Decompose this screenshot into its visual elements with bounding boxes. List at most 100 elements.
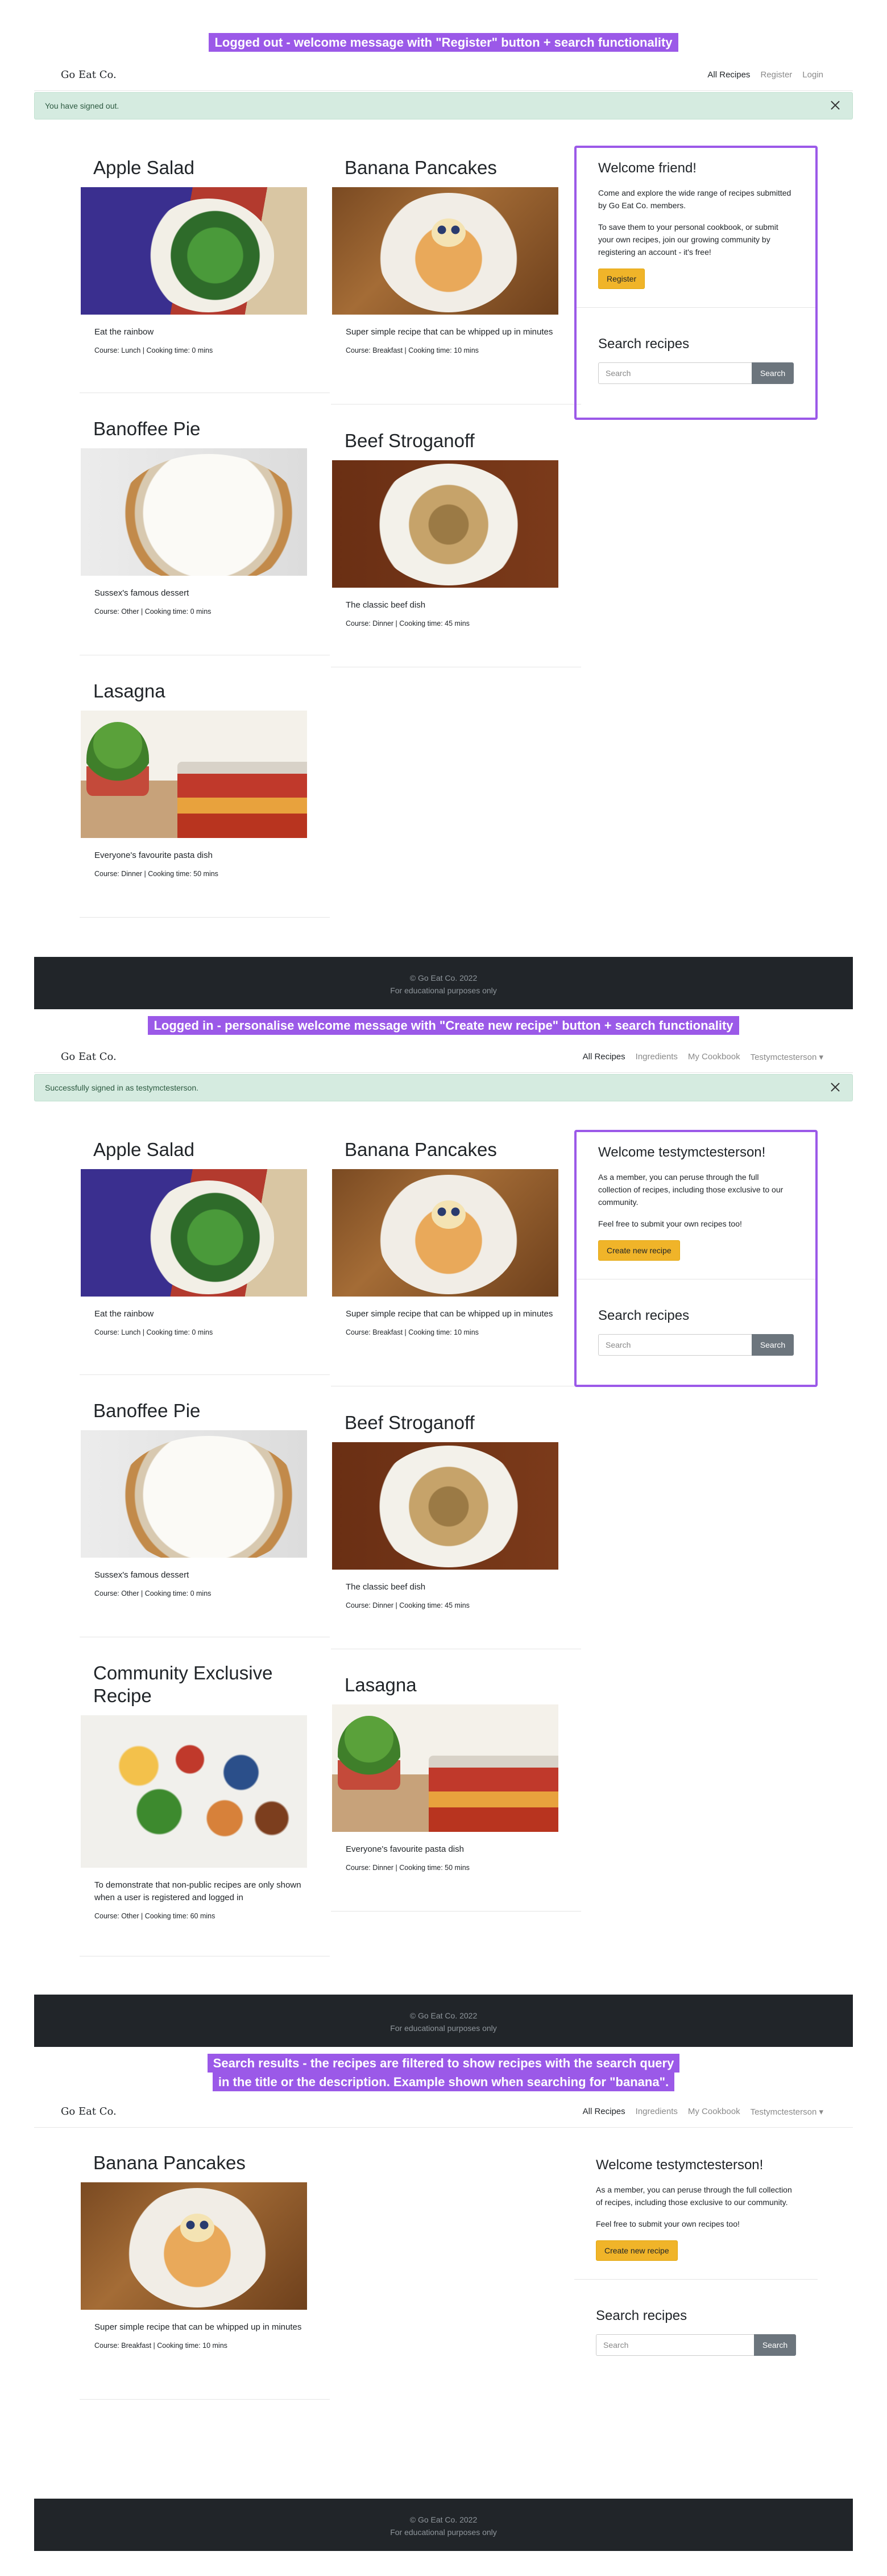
recipe-meta: Course: Dinner | Cooking time: 45 mins bbox=[346, 620, 470, 628]
recipe-title[interactable]: Beef Stroganoff bbox=[331, 430, 581, 452]
recipe-title[interactable]: Community Exclusive Recipe bbox=[80, 1662, 330, 1707]
recipe-card[interactable]: Banana Pancakes Super simple recipe that… bbox=[331, 156, 581, 404]
recipe-title[interactable]: Lasagna bbox=[331, 1674, 581, 1696]
search-form: Search Search bbox=[598, 1334, 794, 1356]
nav-user-dropdown[interactable]: Testymctesterson ▾ bbox=[751, 1052, 823, 1062]
recipe-meta: Course: Dinner | Cooking time: 50 mins bbox=[94, 870, 218, 878]
welcome-text: To save them to your personal cookbook, … bbox=[598, 222, 778, 257]
recipe-card[interactable]: Beef Stroganoff The classic beef dish Co… bbox=[331, 430, 581, 667]
recipe-meta: Course: Other | Cooking time: 0 mins bbox=[94, 1590, 212, 1597]
nav-links: All Recipes Register Login bbox=[707, 70, 823, 80]
search-input[interactable]: Search bbox=[598, 1334, 752, 1356]
footer-note: For educational purposes only bbox=[390, 986, 497, 995]
recipe-card[interactable]: Banoffee Pie Sussex's famous dessert Cou… bbox=[80, 418, 330, 655]
recipe-meta: Course: Breakfast | Cooking time: 10 min… bbox=[346, 346, 479, 354]
footer-note: For educational purposes only bbox=[390, 2024, 497, 2033]
brand-logo[interactable]: Go Eat Co. bbox=[61, 69, 117, 81]
welcome-text: Feel free to submit your own recipes too… bbox=[596, 2219, 740, 2228]
search-button[interactable]: Search bbox=[752, 362, 794, 384]
footer-copyright: © Go Eat Co. 2022 bbox=[409, 2515, 478, 2524]
recipe-title[interactable]: Apple Salad bbox=[80, 1138, 330, 1161]
nav-register[interactable]: Register bbox=[760, 70, 792, 80]
welcome-text: As a member, you can peruse through the … bbox=[598, 1173, 784, 1207]
recipe-description: Super simple recipe that can be whipped … bbox=[94, 2322, 302, 2332]
signed-in-alert: Successfully signed in as testymctesters… bbox=[34, 1074, 853, 1101]
recipe-image[interactable] bbox=[81, 2182, 307, 2310]
search-section: Search recipes Search Search bbox=[577, 1279, 815, 1378]
footer-note: For educational purposes only bbox=[390, 2528, 497, 2537]
welcome-sidebar: Welcome friend! Come and explore the wid… bbox=[574, 146, 818, 420]
recipe-title[interactable]: Lasagna bbox=[80, 680, 330, 703]
recipe-card[interactable]: Banana Pancakes Super simple recipe that… bbox=[80, 2152, 330, 2400]
search-heading: Search recipes bbox=[596, 2308, 687, 2323]
brand-logo[interactable]: Go Eat Co. bbox=[61, 1051, 117, 1063]
recipe-title[interactable]: Apple Salad bbox=[80, 156, 330, 179]
recipe-image[interactable] bbox=[81, 711, 307, 838]
recipe-description: Eat the rainbow bbox=[94, 1309, 154, 1319]
recipe-card[interactable]: Community Exclusive Recipe To demonstrat… bbox=[80, 1662, 330, 1956]
nav-user-dropdown[interactable]: Testymctesterson ▾ bbox=[751, 2107, 823, 2117]
recipe-image[interactable] bbox=[332, 187, 558, 315]
caption-logged-in: Logged in - personalise welcome message … bbox=[0, 1016, 887, 1035]
recipe-meta: Course: Other | Cooking time: 60 mins bbox=[94, 1912, 215, 1920]
create-recipe-button[interactable]: Create new recipe bbox=[596, 2240, 678, 2261]
recipe-title[interactable]: Beef Stroganoff bbox=[331, 1411, 581, 1434]
recipe-image[interactable] bbox=[81, 1169, 307, 1297]
welcome-sidebar: Welcome testymctesterson! As a member, y… bbox=[574, 2145, 818, 2402]
recipe-image[interactable] bbox=[332, 1704, 558, 1832]
recipe-card[interactable]: Beef Stroganoff The classic beef dish Co… bbox=[331, 1411, 581, 1649]
welcome-text: Come and explore the wide range of recip… bbox=[598, 188, 791, 210]
nav-my-cookbook[interactable]: My Cookbook bbox=[688, 1052, 740, 1062]
welcome-section: Welcome friend! Come and explore the wid… bbox=[577, 148, 815, 308]
search-heading: Search recipes bbox=[598, 1308, 690, 1323]
recipe-title[interactable]: Banoffee Pie bbox=[80, 1400, 330, 1422]
navbar: Go Eat Co. All Recipes Ingredients My Co… bbox=[34, 1041, 853, 1073]
register-button[interactable]: Register bbox=[598, 269, 645, 289]
nav-links: All Recipes Ingredients My Cookbook Test… bbox=[583, 1052, 823, 1062]
search-input[interactable]: Search bbox=[596, 2334, 754, 2356]
search-button[interactable]: Search bbox=[754, 2334, 796, 2356]
recipe-image[interactable] bbox=[332, 460, 558, 588]
recipe-card[interactable]: Lasagna Everyone's favourite pasta dish … bbox=[80, 680, 330, 918]
welcome-heading: Welcome friend! bbox=[598, 160, 697, 176]
footer: © Go Eat Co. 2022 For educational purpos… bbox=[34, 957, 853, 1009]
nav-all-recipes[interactable]: All Recipes bbox=[583, 2107, 625, 2117]
recipe-meta: Course: Breakfast | Cooking time: 10 min… bbox=[346, 1328, 479, 1336]
search-form: Search Search bbox=[596, 2334, 796, 2356]
nav-ingredients[interactable]: Ingredients bbox=[636, 1052, 678, 1062]
recipe-image[interactable] bbox=[332, 1169, 558, 1297]
recipe-card[interactable]: Lasagna Everyone's favourite pasta dish … bbox=[331, 1674, 581, 1912]
recipe-meta: Course: Other | Cooking time: 0 mins bbox=[94, 608, 212, 616]
nav-all-recipes[interactable]: All Recipes bbox=[707, 70, 750, 80]
recipe-image[interactable] bbox=[81, 448, 307, 576]
brand-logo[interactable]: Go Eat Co. bbox=[61, 2106, 117, 2117]
recipe-card[interactable]: Apple Salad Eat the rainbow Course: Lunc… bbox=[80, 1138, 330, 1375]
alert-message: Successfully signed in as testymctesters… bbox=[45, 1083, 199, 1092]
nav-all-recipes[interactable]: All Recipes bbox=[583, 1052, 625, 1062]
recipe-meta: Course: Dinner | Cooking time: 50 mins bbox=[346, 1864, 470, 1872]
recipe-card[interactable]: Apple Salad Eat the rainbow Course: Lunc… bbox=[80, 156, 330, 393]
recipe-title[interactable]: Banana Pancakes bbox=[331, 156, 581, 179]
recipe-card[interactable]: Banana Pancakes Super simple recipe that… bbox=[331, 1138, 581, 1386]
close-icon[interactable] bbox=[827, 97, 843, 113]
recipe-description: Eat the rainbow bbox=[94, 327, 154, 337]
nav-login[interactable]: Login bbox=[802, 70, 823, 80]
search-heading: Search recipes bbox=[598, 336, 690, 352]
search-input[interactable]: Search bbox=[598, 362, 752, 384]
recipe-title[interactable]: Banana Pancakes bbox=[80, 2152, 330, 2174]
close-icon[interactable] bbox=[827, 1079, 843, 1095]
recipe-title[interactable]: Banoffee Pie bbox=[80, 418, 330, 440]
recipe-title[interactable]: Banana Pancakes bbox=[331, 1138, 581, 1161]
recipe-image[interactable] bbox=[81, 1715, 307, 1868]
recipe-image[interactable] bbox=[81, 1430, 307, 1558]
create-recipe-button[interactable]: Create new recipe bbox=[598, 1240, 680, 1261]
nav-links: All Recipes Ingredients My Cookbook Test… bbox=[583, 2107, 823, 2117]
recipe-image[interactable] bbox=[81, 187, 307, 315]
nav-my-cookbook[interactable]: My Cookbook bbox=[688, 2107, 740, 2117]
nav-ingredients[interactable]: Ingredients bbox=[636, 2107, 678, 2117]
recipe-description: Everyone's favourite pasta dish bbox=[346, 1844, 464, 1854]
search-button[interactable]: Search bbox=[752, 1334, 794, 1356]
recipe-description: The classic beef dish bbox=[346, 600, 426, 610]
recipe-card[interactable]: Banoffee Pie Sussex's famous dessert Cou… bbox=[80, 1400, 330, 1637]
recipe-image[interactable] bbox=[332, 1442, 558, 1570]
